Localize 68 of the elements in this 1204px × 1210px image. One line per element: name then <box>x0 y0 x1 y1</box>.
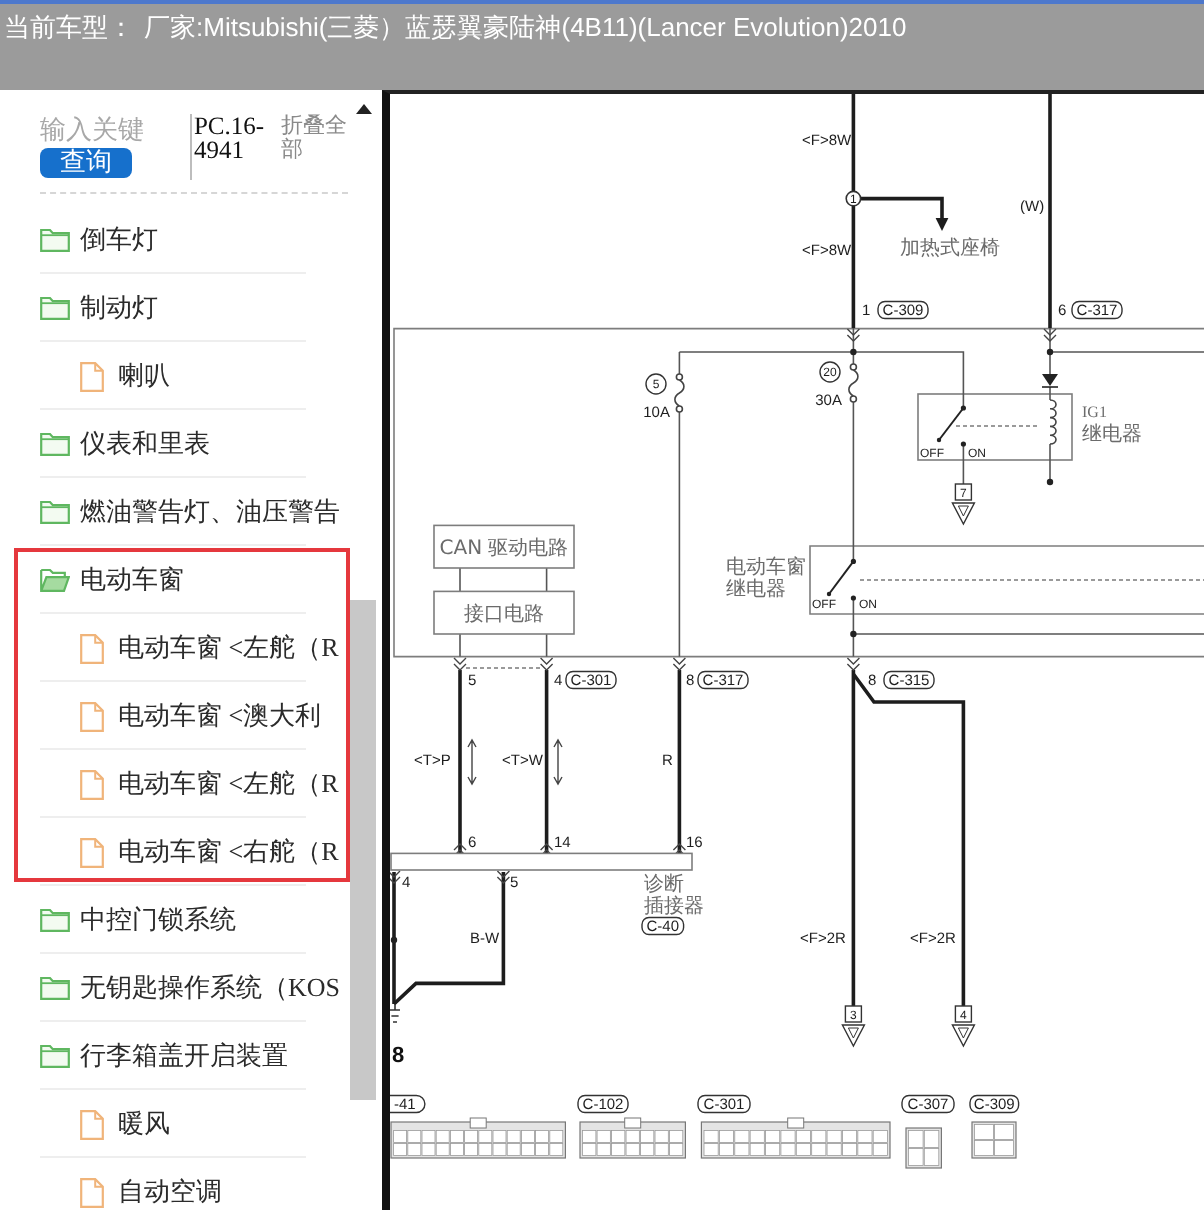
wire <box>545 567 548 593</box>
wire <box>962 443 965 485</box>
junction-dot <box>1046 348 1054 356</box>
tree-item[interactable]: 仪表和里表 <box>40 410 344 478</box>
circuit-block: CAN 驱动电路 <box>433 524 575 569</box>
scrollbar-thumb[interactable] <box>350 600 376 1100</box>
ground-symbol <box>390 1003 401 1023</box>
connector-pinout-drawing <box>971 1121 1017 1159</box>
document-icon <box>80 701 104 731</box>
document-icon <box>80 837 104 867</box>
branch-label: 加热式座椅 <box>900 238 1000 260</box>
connector-pinout-drawing <box>579 1117 686 1159</box>
dashed-line <box>465 667 541 669</box>
document-code: PC.16-4941 <box>193 114 267 162</box>
wire <box>545 633 548 658</box>
junction-dot <box>850 348 857 356</box>
document-icon <box>80 633 104 663</box>
tree-item[interactable]: 制动灯 <box>40 274 344 342</box>
wire <box>1049 443 1051 483</box>
relay-name: IG1 <box>1082 403 1107 421</box>
search-button[interactable]: 查询 <box>40 148 132 178</box>
tree-item[interactable]: 倒车灯 <box>40 206 344 274</box>
fuse-symbol <box>848 363 859 403</box>
model-name: 厂家:Mitsubishi(三菱）蓝瑟翼豪陆神(4B11)(Lancer Evolution)2010 <box>144 12 907 44</box>
tree-item[interactable]: 电动车窗 <右舵（R <box>40 818 344 886</box>
model-label: 当前车型： <box>4 12 134 44</box>
connector-mark <box>539 657 554 671</box>
ground-number: 8 <box>392 1044 405 1068</box>
tree-item[interactable]: 行李箱盖开启装置 <box>40 1022 344 1090</box>
circuit-block: 接口电路 <box>433 590 575 635</box>
connector-mark <box>453 657 467 671</box>
branch-wire <box>860 196 949 231</box>
document-icon <box>80 769 104 799</box>
tree-item[interactable]: 电动车窗 <澳大利 <box>40 682 344 750</box>
tree-item[interactable]: 燃油警告灯、油压警告 <box>40 478 344 546</box>
tree-item[interactable]: 电动车窗 <左舵（R <box>40 614 344 682</box>
junction-dot <box>390 936 398 944</box>
tree-item[interactable]: 电动车窗 <box>40 546 344 614</box>
fuse-symbol <box>674 373 685 413</box>
connector-caption: 诊断 插接器 <box>644 874 704 918</box>
bidirectional-arrow <box>467 738 477 786</box>
relay-label: 电动车窗 继电器 <box>726 557 806 601</box>
document-icon <box>80 361 104 391</box>
relay-coil <box>1049 399 1057 445</box>
document-icon <box>80 1109 104 1139</box>
diode-symbol <box>1041 374 1059 388</box>
junction-dot <box>1046 478 1054 486</box>
tree-item[interactable]: 暖风 <box>40 1090 344 1158</box>
wire <box>1049 386 1051 401</box>
dashed-line <box>955 425 1041 427</box>
tree-item[interactable]: 无钥匙操作系统（KOS <box>40 954 344 1022</box>
tree-item[interactable]: 中控门锁系统 <box>40 886 344 954</box>
tree-item[interactable]: 电动车窗 <左舵（R <box>40 750 344 818</box>
wire <box>459 567 461 593</box>
wire <box>459 633 461 658</box>
scroll-up-icon[interactable] <box>355 104 371 114</box>
connector-mark <box>1043 328 1057 342</box>
bidirectional-arrow <box>553 738 563 786</box>
tree-item[interactable]: 喇叭 <box>40 342 344 410</box>
connector-mark <box>390 870 401 884</box>
connector-mark <box>496 870 511 884</box>
connector-mark <box>846 328 861 342</box>
search-field[interactable]: 输入关键 <box>40 114 180 146</box>
connector-mark <box>846 657 861 671</box>
connector-mark <box>672 657 687 671</box>
relay-label: 继电器 <box>1082 424 1142 446</box>
connector-pinout-drawing <box>905 1127 942 1169</box>
junction-dot <box>850 630 857 638</box>
